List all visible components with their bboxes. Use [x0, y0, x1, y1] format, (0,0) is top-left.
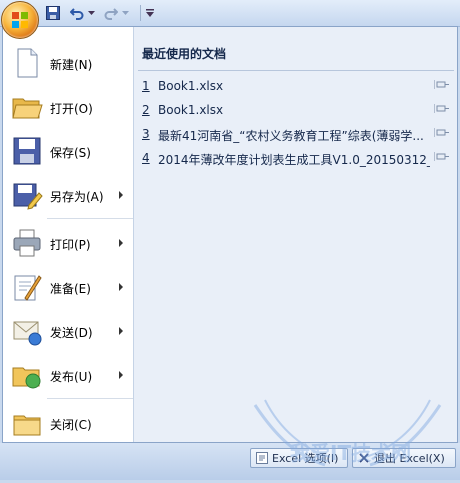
options-icon — [256, 452, 268, 464]
menu-label: 新建(N) — [50, 58, 93, 72]
save-as-icon — [13, 183, 43, 210]
customize-toolbar-icon[interactable] — [145, 4, 155, 22]
open-folder-icon — [12, 98, 43, 119]
floppy-disk-icon — [13, 137, 41, 165]
menu-item-new[interactable]: 新建(N) — [3, 41, 133, 85]
toolbar-separator — [140, 5, 141, 21]
office-button[interactable] — [1, 1, 39, 39]
recent-item-name: Book1.xlsx — [158, 103, 224, 117]
menu-label: 准备(E) — [50, 282, 91, 296]
pin-icon[interactable] — [434, 103, 450, 115]
submenu-arrow-icon — [119, 283, 123, 291]
menu-label: 打印(P) — [50, 238, 91, 252]
recent-item-name: Book1.xlsx — [158, 79, 224, 93]
quick-access-toolbar — [0, 0, 460, 27]
recent-item-number: 2 — [142, 103, 150, 117]
excel-options-button[interactable]: Excel 选项(I) — [250, 448, 348, 468]
office-logo-icon — [12, 12, 28, 28]
exit-excel-label: 退出 Excel(X) — [374, 452, 445, 465]
pin-icon[interactable] — [434, 79, 450, 91]
exit-excel-button[interactable]: 退出 Excel(X) — [352, 448, 456, 468]
menu-item-open[interactable]: 打开(O) — [3, 85, 133, 129]
menu-item-close[interactable]: 关闭(C) — [3, 401, 133, 445]
close-folder-icon — [13, 415, 41, 436]
menu-label: 发送(D) — [50, 326, 93, 340]
menu-label: 发布(U) — [50, 370, 93, 384]
menu-item-save-as[interactable]: 另存为(A) — [3, 173, 133, 217]
menu-item-publish[interactable]: 发布(U) — [3, 353, 133, 397]
office-menu-footer: Excel 选项(I) 退出 Excel(X) — [0, 443, 460, 480]
redo-dropdown-icon[interactable] — [120, 4, 130, 22]
recent-divider — [138, 70, 454, 71]
menu-item-send[interactable]: 发送(D) — [3, 309, 133, 353]
menu-label: 保存(S) — [50, 146, 91, 160]
prepare-icon — [14, 275, 42, 301]
recent-documents-pane: 最近使用的文档 1 Book1.xlsx 2 Book1.xlsx 3 最新41… — [134, 27, 457, 442]
office-menu: 新建(N) 打开(O) 保存(S) 另存为(A) 打印(P) 准备(E) 发送(… — [2, 26, 458, 443]
excel-options-label: Excel 选项(I) — [272, 452, 339, 465]
pin-icon[interactable] — [434, 151, 450, 163]
redo-icon[interactable] — [102, 4, 120, 22]
recent-item-number: 3 — [142, 127, 150, 141]
recent-document-item[interactable]: 2 Book1.xlsx — [142, 100, 450, 120]
recent-item-name: 最新41河南省_“农村义务教育工程”综表(薄弱学... — [158, 129, 424, 143]
recent-item-name: 2014年薄改年度计划表生成工具V1.0_20150312_... — [158, 153, 430, 167]
undo-dropdown-icon[interactable] — [86, 4, 96, 22]
menu-divider — [47, 398, 133, 399]
publish-icon — [12, 367, 41, 389]
printer-icon — [13, 229, 41, 257]
new-document-icon — [17, 48, 38, 78]
send-icon — [13, 321, 42, 346]
menu-item-print[interactable]: 打印(P) — [3, 221, 133, 265]
menu-divider — [47, 218, 133, 219]
submenu-arrow-icon — [119, 239, 123, 247]
menu-item-save[interactable]: 保存(S) — [3, 129, 133, 173]
menu-label: 打开(O) — [50, 102, 93, 116]
menu-label: 关闭(C) — [50, 418, 92, 432]
submenu-arrow-icon — [119, 371, 123, 379]
menu-item-prepare[interactable]: 准备(E) — [3, 265, 133, 309]
recent-document-item[interactable]: 1 Book1.xlsx — [142, 76, 450, 96]
save-icon[interactable] — [44, 4, 62, 22]
recent-documents-title: 最近使用的文档 — [142, 47, 227, 61]
recent-document-item[interactable]: 4 2014年薄改年度计划表生成工具V1.0_20150312_... — [142, 148, 450, 168]
recent-item-number: 4 — [142, 151, 150, 165]
submenu-arrow-icon — [119, 327, 123, 335]
recent-item-number: 1 — [142, 79, 150, 93]
recent-document-item[interactable]: 3 最新41河南省_“农村义务教育工程”综表(薄弱学... — [142, 124, 450, 144]
undo-icon[interactable] — [68, 4, 86, 22]
close-icon — [359, 453, 369, 463]
menu-command-list: 新建(N) 打开(O) 保存(S) 另存为(A) 打印(P) 准备(E) 发送(… — [3, 27, 134, 442]
submenu-arrow-icon — [119, 191, 123, 199]
pin-icon[interactable] — [434, 127, 450, 139]
menu-label: 另存为(A) — [50, 190, 104, 204]
